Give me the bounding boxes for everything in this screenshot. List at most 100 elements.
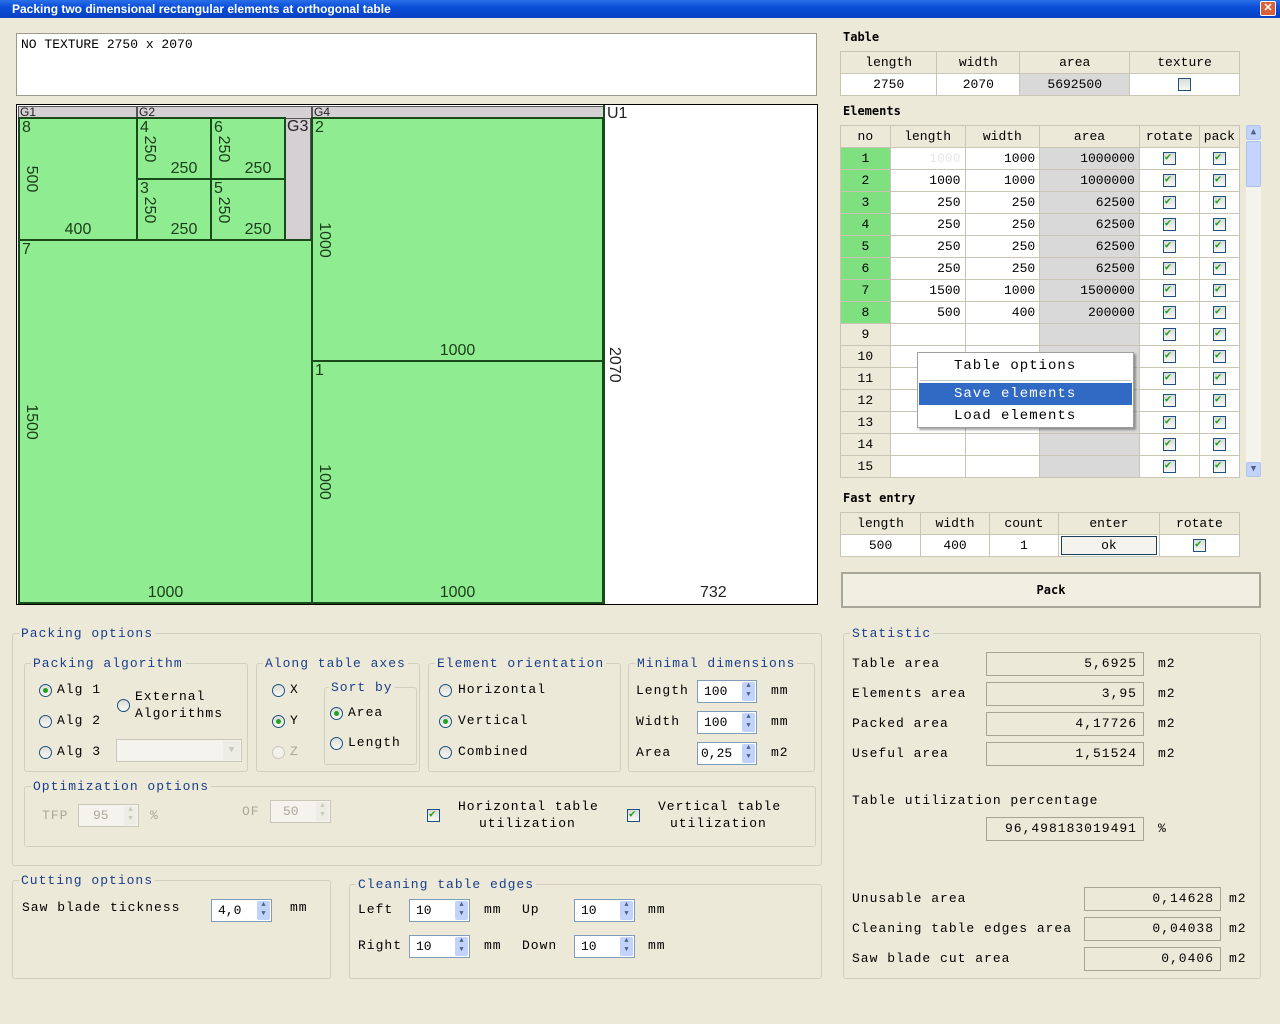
element-row[interactable]: 8 500 400 200000	[840, 301, 1241, 324]
table-length-cell[interactable]: 2750	[839, 73, 938, 96]
pack-checkbox[interactable]	[1212, 326, 1226, 342]
element-length-cell[interactable]	[889, 433, 966, 456]
element-length-cell[interactable]: 1500	[889, 279, 966, 302]
element-pack-cell[interactable]	[1198, 235, 1241, 258]
spinner-arrows-icon[interactable]: ▲ ▼	[620, 937, 633, 956]
ok-button[interactable]: ok	[1060, 536, 1157, 555]
rotate-checkbox[interactable]	[1162, 370, 1176, 386]
external-algorithm-select[interactable]: ▼	[116, 739, 242, 762]
fast-entry-count[interactable]: 1	[988, 534, 1059, 557]
rotate-checkbox[interactable]	[1162, 436, 1176, 452]
alg2-radio[interactable]	[39, 715, 52, 728]
element-length-cell[interactable]: 250	[889, 257, 966, 280]
element-row[interactable]: 3 250 250 62500	[840, 191, 1241, 214]
rotate-checkbox[interactable]	[1162, 260, 1176, 276]
element-width-cell[interactable]: 250	[964, 213, 1041, 236]
spinner-arrows-icon[interactable]: ▲ ▼	[742, 713, 755, 732]
rotate-checkbox[interactable]	[1162, 172, 1176, 188]
spinner-arrows-icon[interactable]: ▲ ▼	[742, 682, 755, 701]
element-width-cell[interactable]: 1000	[964, 169, 1041, 192]
element-rotate-cell[interactable]	[1138, 367, 1200, 390]
close-icon[interactable]: ✕	[1260, 1, 1276, 16]
element-pack-cell[interactable]	[1198, 411, 1241, 434]
clean-down-spinner[interactable]: 10 ▲ ▼	[574, 935, 635, 958]
rotate-checkbox[interactable]	[1162, 392, 1176, 408]
axis-y-radio[interactable]	[272, 715, 285, 728]
element-pack-cell[interactable]	[1198, 257, 1241, 280]
min-width-spinner[interactable]: 100 ▲ ▼	[697, 711, 757, 734]
element-rotate-cell[interactable]	[1138, 169, 1200, 192]
menu-item-save-elements[interactable]: Save elements	[919, 383, 1132, 405]
sort-area-radio[interactable]	[330, 707, 343, 720]
element-length-cell[interactable]: 1000	[889, 147, 966, 170]
rotate-checkbox[interactable]	[1162, 282, 1176, 298]
packed-element[interactable]: 7 1500 1000	[18, 239, 313, 604]
pack-checkbox[interactable]	[1212, 370, 1226, 386]
element-rotate-cell[interactable]	[1138, 389, 1200, 412]
element-length-cell[interactable]	[889, 455, 966, 478]
fast-entry-rotate-checkbox[interactable]	[1192, 537, 1206, 553]
pack-checkbox[interactable]	[1212, 304, 1226, 320]
element-pack-cell[interactable]	[1198, 301, 1241, 324]
element-pack-cell[interactable]	[1198, 455, 1241, 478]
element-row[interactable]: 4 250 250 62500	[840, 213, 1241, 236]
table-width-cell[interactable]: 2070	[936, 73, 1021, 96]
fast-entry-rotate-cell[interactable]	[1158, 534, 1241, 557]
pack-checkbox[interactable]	[1212, 282, 1226, 298]
rotate-checkbox[interactable]	[1162, 216, 1176, 232]
element-width-cell[interactable]: 400	[964, 301, 1041, 324]
pack-checkbox[interactable]	[1212, 150, 1226, 166]
alg3-radio[interactable]	[39, 746, 52, 759]
element-width-cell[interactable]	[964, 455, 1041, 478]
element-pack-cell[interactable]	[1198, 433, 1241, 456]
element-length-cell[interactable]: 250	[889, 235, 966, 258]
orientation-horizontal-radio[interactable]	[439, 684, 452, 697]
rotate-checkbox[interactable]	[1162, 194, 1176, 210]
element-row[interactable]: 14	[840, 433, 1241, 456]
pack-checkbox[interactable]	[1212, 194, 1226, 210]
element-pack-cell[interactable]	[1198, 191, 1241, 214]
element-width-cell[interactable]	[964, 323, 1041, 346]
menu-item-table-options[interactable]: Table options	[919, 355, 1132, 377]
pack-checkbox[interactable]	[1212, 260, 1226, 276]
element-rotate-cell[interactable]	[1138, 411, 1200, 434]
table-texture-cell[interactable]	[1129, 73, 1240, 96]
vertical-utilization-checkbox[interactable]	[627, 807, 640, 822]
element-pack-cell[interactable]	[1198, 323, 1241, 346]
element-width-cell[interactable]	[964, 433, 1041, 456]
rotate-checkbox[interactable]	[1162, 458, 1176, 474]
element-width-cell[interactable]: 250	[964, 257, 1041, 280]
element-length-cell[interactable]: 250	[889, 213, 966, 236]
rotate-checkbox[interactable]	[1162, 326, 1176, 342]
element-rotate-cell[interactable]	[1138, 235, 1200, 258]
element-row[interactable]: 9	[840, 323, 1241, 346]
packed-element[interactable]: 6 250 250	[210, 117, 286, 180]
pack-checkbox[interactable]	[1212, 172, 1226, 188]
fast-entry-length[interactable]: 500	[839, 534, 922, 557]
element-length-cell[interactable]: 1000	[889, 169, 966, 192]
element-rotate-cell[interactable]	[1138, 279, 1200, 302]
horizontal-utilization-checkbox[interactable]	[427, 807, 440, 822]
clean-left-spinner[interactable]: 10 ▲ ▼	[409, 899, 470, 922]
pack-checkbox[interactable]	[1212, 436, 1226, 452]
element-row[interactable]: 7 1500 1000 1500000	[840, 279, 1241, 302]
element-pack-cell[interactable]	[1198, 213, 1241, 236]
element-pack-cell[interactable]	[1198, 169, 1241, 192]
pack-checkbox[interactable]	[1212, 458, 1226, 474]
element-pack-cell[interactable]	[1198, 367, 1241, 390]
rotate-checkbox[interactable]	[1162, 238, 1176, 254]
element-row[interactable]: 15	[840, 455, 1241, 478]
orientation-combined-radio[interactable]	[439, 746, 452, 759]
spinner-arrows-icon[interactable]: ▲ ▼	[257, 901, 270, 920]
saw-blade-spinner[interactable]: 4,0 ▲ ▼	[211, 899, 272, 922]
pack-checkbox[interactable]	[1212, 238, 1226, 254]
element-row[interactable]: 5 250 250 62500	[840, 235, 1241, 258]
element-pack-cell[interactable]	[1198, 345, 1241, 368]
packed-element[interactable]: 8 500 400	[18, 117, 138, 241]
packed-element[interactable]: 2 1000 1000	[311, 117, 604, 362]
rotate-checkbox[interactable]	[1162, 150, 1176, 166]
element-length-cell[interactable]: 250	[889, 191, 966, 214]
element-width-cell[interactable]: 250	[964, 235, 1041, 258]
spinner-arrows-icon[interactable]: ▲ ▼	[742, 744, 755, 763]
elements-scrollbar[interactable]: ▲ ▼	[1246, 125, 1261, 477]
